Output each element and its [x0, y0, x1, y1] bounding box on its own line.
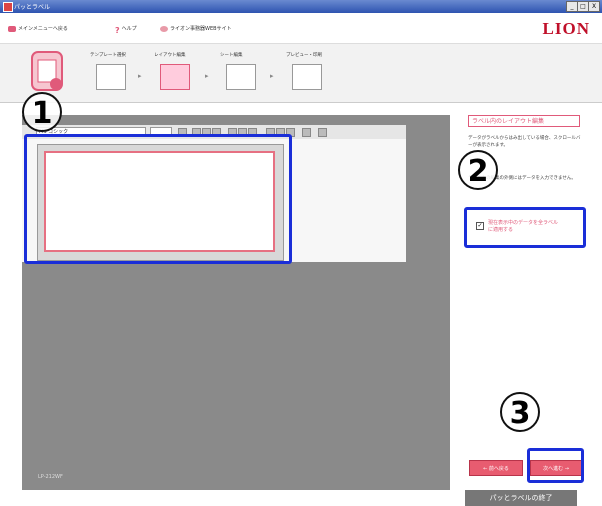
window-titlebar: パッとラベル _ □ X: [0, 0, 602, 13]
website-link[interactable]: ライオン事務器WEBサイト: [160, 25, 232, 32]
step-sheet-edit[interactable]: シート編集: [212, 50, 270, 96]
model-number: LP-212WF: [38, 474, 63, 480]
menu-bar: メインメニューへ戻る ? ヘルプ ライオン事務器WEBサイト LION: [0, 13, 602, 44]
panel-description: データがラベルからはみ出している場合、スクロールバーが表示されます。: [468, 136, 581, 148]
step-layout-edit[interactable]: レイアウト編集: [146, 50, 204, 96]
image-icon[interactable]: [318, 128, 327, 137]
label-logo-icon: [31, 51, 63, 91]
step-template-select[interactable]: テンプレート選択: [82, 50, 140, 96]
step-arrow-icon: ▸: [205, 72, 209, 80]
window-title: パッとラベル: [14, 4, 51, 11]
help-icon: ?: [115, 25, 120, 35]
back-to-main-label: メインメニューへ戻る: [18, 26, 68, 32]
callout-two: 2: [458, 150, 498, 190]
step-label: プレビュー・印刷: [286, 53, 322, 58]
printer-icon: [292, 64, 322, 90]
app-logo: [26, 44, 70, 98]
finish-button[interactable]: パッとラベルの終了: [465, 490, 577, 506]
callout-three: 3: [500, 392, 540, 432]
help-label: ヘルプ: [121, 26, 137, 32]
callout-one: 1: [22, 92, 62, 132]
highlight-label-area: [24, 134, 292, 264]
website-label: ライオン事務器WEBサイト: [170, 26, 232, 32]
sheet-edit-icon: [226, 64, 256, 90]
back-to-main-link[interactable]: メインメニューへ戻る: [8, 25, 68, 32]
step-label: テンプレート選択: [90, 53, 126, 58]
layout-edit-icon: [160, 64, 190, 90]
help-link[interactable]: ? ヘルプ: [115, 25, 137, 35]
step-preview-print[interactable]: プレビュー・印刷: [278, 50, 336, 96]
step-navigation: テンプレート選択 ▸ レイアウト編集 ▸ シート編集 ▸ プレビュー・印刷: [0, 44, 602, 103]
undo-icon[interactable]: [302, 128, 311, 137]
back-arrow-icon: [8, 25, 16, 32]
step-arrow-icon: ▸: [270, 72, 274, 80]
step-label: レイアウト編集: [154, 53, 186, 58]
brand-logo: LION: [542, 19, 590, 38]
highlight-apply-option: [464, 207, 586, 248]
highlight-next-button: [527, 448, 584, 483]
step-label: シート編集: [220, 53, 243, 58]
panel-title: ラベル内のレイアウト編集: [468, 115, 580, 127]
step-arrow-icon: ▸: [138, 72, 142, 80]
app-icon: [3, 2, 13, 12]
template-icon: [96, 64, 126, 90]
prev-button[interactable]: ← 前へ戻る: [469, 460, 523, 476]
globe-icon: [160, 25, 168, 32]
close-button[interactable]: X: [588, 1, 600, 12]
